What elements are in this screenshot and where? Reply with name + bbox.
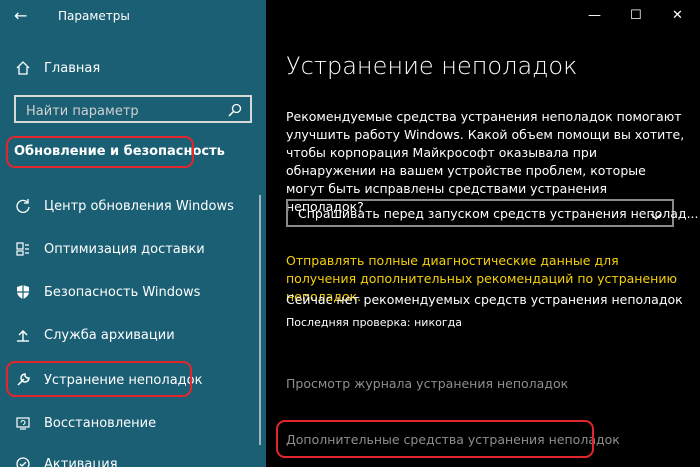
recovery-icon [14,414,32,432]
sidebar-item-security[interactable]: Безопасность Windows [14,280,200,304]
minimize-button[interactable]: — [588,8,601,23]
search-box[interactable] [14,95,252,123]
backup-icon [14,326,32,344]
maximize-button[interactable]: ☐ [630,8,642,23]
home-icon [14,59,32,77]
sidebar-item-label: Активация [44,456,118,467]
search-icon[interactable] [228,102,242,117]
search-input[interactable] [24,101,228,121]
sidebar-item-label: Центр обновления Windows [44,198,234,214]
status-text: Сейчас нет рекомендуемых средств устране… [286,292,683,307]
shield-icon [14,283,32,301]
sidebar-item-recovery[interactable]: Восстановление [14,411,156,435]
dropdown-value: Спрашивать перед запуском средств устран… [298,206,699,221]
titlebar: ← Параметры [0,0,266,32]
delivery-icon [14,240,32,258]
sidebar-item-label: Безопасность Windows [44,284,201,300]
sidebar-item-delivery[interactable]: Оптимизация доставки [14,237,205,261]
highlight-additional [276,420,594,458]
app-title: Параметры [58,9,130,23]
nav-home[interactable]: Главная [14,56,100,80]
activation-icon [14,455,32,467]
page-title: Устранение неполадок [286,52,578,80]
troubleshoot-mode-dropdown[interactable]: Спрашивать перед запуском средств устран… [286,199,699,227]
sidebar-item-backup[interactable]: Служба архивации [14,323,175,347]
highlight-troubleshoot [6,361,192,397]
sidebar-item-label: Оптимизация доставки [44,241,205,257]
close-button[interactable]: ✕ [672,8,683,23]
main-panel: — ☐ ✕ Устранение неполадок Рекомендуемые… [266,0,700,467]
sidebar-item-activation[interactable]: Активация [14,452,118,467]
chevron-down-icon [650,207,662,220]
nav-home-label: Главная [44,60,101,76]
sidebar-item-label: Восстановление [44,415,157,431]
back-button[interactable]: ← [14,6,27,25]
refresh-icon [14,197,32,215]
sidebar-item-update[interactable]: Центр обновления Windows [14,194,234,218]
scrollbar[interactable] [259,195,261,445]
highlight-section [6,136,194,168]
sidebar-item-label: Служба архивации [44,327,175,343]
history-link[interactable]: Просмотр журнала устранения неполадок [286,376,568,391]
sidebar: ← Параметры Главная Обновление и безопас… [0,0,266,467]
last-check-text: Последняя проверка: никогда [286,316,462,329]
